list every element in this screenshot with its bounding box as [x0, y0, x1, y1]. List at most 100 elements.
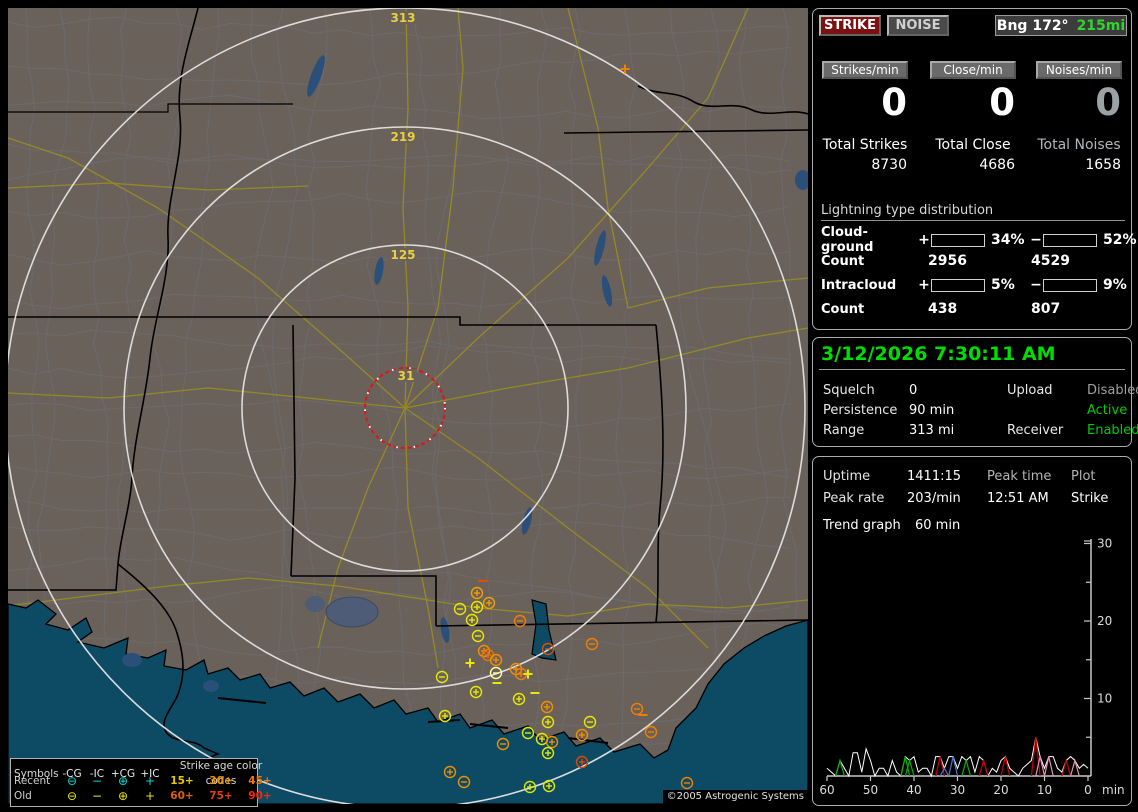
svg-text:50: 50 — [863, 783, 878, 797]
svg-text:40: 40 — [906, 783, 921, 797]
old-pos-cg-icon: ⊕ — [117, 789, 129, 803]
total-close-value: 4686 — [979, 157, 1015, 173]
strikes-column: Strikes/min 0 Total Strikes 8730 — [817, 61, 913, 173]
upload-label: Upload — [1007, 382, 1053, 398]
bearing-display: Bng 172° 215mi — [995, 15, 1127, 36]
recent-pos-cg-icon: ⊕ — [117, 774, 129, 788]
svg-text:30: 30 — [950, 783, 965, 797]
strike-mode-button[interactable]: STRIKE — [819, 15, 881, 36]
svg-text:31: 31 — [398, 369, 415, 383]
receiver-label: Receiver — [1007, 422, 1064, 438]
cg-positive-count: 2956 — [928, 253, 967, 269]
app-window: 313 219 125 31 Symbols -CG -IC +CG +IC Stri… — [0, 0, 1138, 812]
ring-label: 313 — [388, 11, 418, 25]
trend-graph: 10 20 30 60 50 40 30 20 10 0 min — [819, 537, 1125, 798]
age-60: 60+ — [170, 790, 194, 802]
ic-negative-pct: 9% — [1103, 277, 1127, 293]
noise-mode-button[interactable]: NOISE — [887, 15, 949, 36]
noises-rate: 0 — [1095, 81, 1121, 124]
lightning-distribution: Lightning type distribution Cloud-ground… — [821, 203, 1137, 321]
total-close-label: Total Close — [935, 137, 1011, 153]
intracloud-row: Intracloud + 5% − 9% — [821, 273, 1127, 297]
squelch-value: 0 — [909, 382, 918, 398]
range-value: 313 mi — [909, 422, 955, 438]
total-strikes-label: Total Strikes — [822, 137, 908, 153]
minus-sign: − — [1030, 277, 1042, 293]
ic-positive-bar — [931, 278, 985, 292]
total-noises-value: 1658 — [1085, 157, 1121, 173]
close-rate: 0 — [989, 81, 1015, 124]
ic-negative-bar — [1043, 278, 1097, 292]
strikes-rate: 0 — [881, 81, 907, 124]
age-45: 45+ — [248, 775, 272, 787]
svg-text:10: 10 — [1097, 692, 1112, 706]
count-label: Count — [821, 253, 865, 269]
recent-neg-ic-icon: − — [91, 774, 103, 788]
bearing-label: Bng 172° — [996, 17, 1069, 34]
old-pos-ic-icon: + — [144, 789, 156, 803]
ring-label: 125 — [388, 248, 418, 262]
plus-sign: + — [918, 232, 930, 248]
svg-text:313: 313 — [390, 11, 415, 25]
ic-positive-pct: 5% — [991, 277, 1015, 293]
ring-label: 31 — [395, 369, 417, 383]
ic-positive-count: 438 — [928, 301, 958, 317]
receiver-status: Enabled — [1087, 422, 1138, 438]
plus-sign: + — [918, 277, 930, 293]
range-label: Range — [823, 422, 865, 438]
legend-row-old: Old — [14, 790, 32, 802]
ic-negative-count: 807 — [1031, 301, 1061, 317]
bearing-distance: 215mi — [1076, 17, 1126, 34]
upload-status: Disabled — [1087, 382, 1138, 398]
old-neg-cg-icon: ⊖ — [66, 789, 78, 803]
svg-text:10: 10 — [1037, 783, 1052, 797]
age-15: 15+ — [170, 775, 194, 787]
close-per-min-button[interactable]: Close/min — [930, 61, 1016, 79]
age-75: 75+ — [209, 790, 233, 802]
symbols-legend: Symbols -CG -IC +CG +IC Strike age color… — [10, 758, 272, 807]
map-canvas: 313 219 125 31 — [8, 8, 808, 804]
recent-pos-ic-icon: + — [144, 774, 156, 788]
legend-row-recent: Recent — [14, 775, 51, 787]
svg-text:125: 125 — [390, 248, 415, 262]
divider — [819, 369, 1125, 370]
status-row: Range 313 mi Receiver Enabled — [823, 420, 1138, 440]
capture-status: Active — [1087, 402, 1128, 418]
persistence-value: 90 min — [909, 402, 955, 418]
cloud-ground-row: Cloud-ground + 34% − 52% — [821, 225, 1137, 255]
squelch-label: Squelch — [823, 382, 875, 398]
svg-text:20: 20 — [993, 783, 1008, 797]
svg-text:30: 30 — [1097, 537, 1112, 551]
strike-counter-panel: STRIKE NOISE Bng 172° 215mi Strikes/min … — [812, 8, 1137, 330]
age-30: 30+ — [209, 775, 233, 787]
minus-sign: − — [1030, 232, 1042, 248]
svg-text:min: min — [1102, 783, 1125, 797]
cg-positive-pct: 34% — [991, 232, 1025, 248]
status-row: Squelch 0 Upload Disabled — [823, 380, 1138, 400]
status-row: Persistence 90 min Active — [823, 400, 1127, 420]
intracloud-label: Intracloud — [821, 277, 897, 293]
total-strikes-value: 8730 — [871, 157, 907, 173]
count-label: Count — [821, 301, 865, 317]
copyright-text: ©2005 Astrogenic Systems — [662, 790, 808, 804]
strikes-per-min-button[interactable]: Strikes/min — [822, 61, 908, 79]
cg-negative-bar — [1043, 233, 1097, 247]
status-panel: 3/12/2026 7:30:11 AM Squelch 0 Upload Di… — [812, 337, 1138, 447]
svg-text:0: 0 — [1084, 783, 1092, 797]
persistence-label: Persistence — [823, 402, 898, 418]
noises-column: Noises/min 0 Total Noises 1658 — [1031, 61, 1127, 173]
cloud-ground-counts: Count 2956 4529 — [821, 249, 1125, 273]
datetime-display: 3/12/2026 7:30:11 AM — [821, 343, 1056, 365]
distribution-title: Lightning type distribution — [821, 203, 1125, 221]
intracloud-counts: Count 438 807 — [821, 297, 1125, 321]
trend-panel: Uptime 1411:15 Peak time Plot Peak rate … — [812, 456, 1132, 806]
old-neg-ic-icon: − — [91, 789, 103, 803]
ring-label: 219 — [388, 130, 418, 144]
svg-text:60: 60 — [819, 783, 834, 797]
cg-negative-count: 4529 — [1031, 253, 1070, 269]
recent-neg-cg-icon: ⊖ — [66, 774, 78, 788]
noises-per-min-button[interactable]: Noises/min — [1036, 61, 1122, 79]
cg-positive-bar — [931, 233, 985, 247]
close-column: Close/min 0 Total Close 4686 — [925, 61, 1021, 173]
map-view[interactable]: 313 219 125 31 Symbols -CG -IC +CG +IC Stri… — [8, 8, 808, 807]
